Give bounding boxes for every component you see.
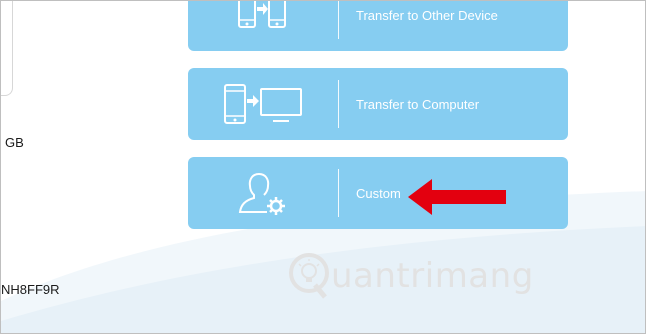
transfer-to-computer-label: Transfer to Computer bbox=[356, 96, 480, 112]
app-window: GB NH8FF9R Transfer to Other Device Tran… bbox=[0, 0, 646, 334]
custom-label: Custom bbox=[356, 185, 401, 201]
watermark: uantrimang bbox=[287, 251, 534, 301]
user-settings-icon bbox=[188, 157, 338, 229]
phone-to-computer-icon bbox=[188, 68, 338, 140]
device-info-panel bbox=[1, 1, 13, 96]
lightbulb-q-logo bbox=[289, 253, 329, 299]
transfer-to-other-device-label: Transfer to Other Device bbox=[356, 7, 498, 23]
custom-button[interactable]: Custom bbox=[188, 157, 568, 229]
capacity-text: GB bbox=[5, 135, 24, 150]
transfer-to-computer-button[interactable]: Transfer to Computer bbox=[188, 68, 568, 140]
watermark-text: uantrimang bbox=[331, 256, 534, 296]
phone-to-phone-icon bbox=[188, 1, 338, 40]
serial-text: NH8FF9R bbox=[1, 282, 60, 297]
transfer-to-other-device-button[interactable]: Transfer to Other Device bbox=[188, 1, 568, 51]
red-arrow-icon bbox=[408, 179, 506, 215]
